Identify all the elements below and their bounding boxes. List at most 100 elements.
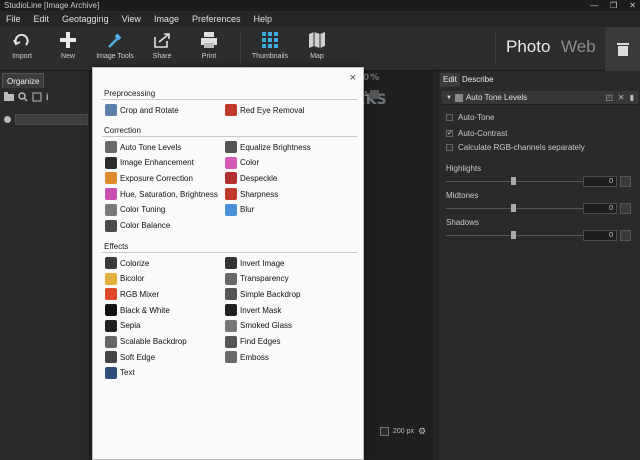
tab-edit[interactable]: Edit (440, 73, 460, 87)
tool-item-crop-and-rotate[interactable]: Crop and Rotate (105, 104, 179, 116)
tool-item-color-tuning[interactable]: Color Tuning (105, 203, 165, 216)
highlights-slider[interactable] (446, 176, 586, 186)
calc-separately-label: Calculate RGB-channels separately (458, 143, 585, 152)
print-button[interactable]: Print (184, 30, 234, 60)
tool-item-image-enhancement[interactable]: Image Enhancement (105, 156, 194, 169)
mode-web-tab[interactable]: Web (561, 37, 596, 57)
tool-item-label: Hue, Saturation, Brightness (120, 189, 218, 199)
tag-icon[interactable] (32, 92, 42, 102)
size-control: 200 px ⚙ (364, 420, 432, 442)
left-panel-item[interactable] (4, 114, 88, 125)
tool-item-bicolor[interactable]: Bicolor (105, 272, 144, 285)
toolbar-divider (240, 33, 241, 65)
auto-contrast-label: Auto-Contrast (458, 129, 508, 138)
invert-mask-icon (225, 304, 237, 317)
menu-edit[interactable]: Edit (34, 14, 50, 24)
tool-item-emboss[interactable]: Emboss (225, 351, 269, 364)
trash-button[interactable] (605, 27, 640, 71)
menu-preferences[interactable]: Preferences (192, 14, 241, 24)
eyedropper-icon (90, 30, 140, 50)
highlights-spinner[interactable] (620, 176, 631, 187)
map-label: Map (310, 53, 324, 60)
import-button[interactable]: Import (0, 30, 47, 60)
tool-item-transparency[interactable]: Transparency (225, 272, 289, 285)
tool-item-sepia[interactable]: Sepia (105, 319, 140, 332)
tool-item-label: Equalize Brightness (240, 142, 311, 152)
slider-thumb[interactable] (511, 204, 516, 212)
tool-title: Auto Tone Levels (465, 93, 528, 102)
map-icon (292, 30, 342, 50)
blur-icon (225, 203, 237, 216)
image-tools-button[interactable]: Image Tools (90, 30, 140, 60)
search-icon[interactable] (18, 92, 28, 102)
minimize-button[interactable]: — (590, 0, 598, 11)
tool-item-colorize[interactable]: Colorize (105, 257, 149, 269)
share-icon (137, 30, 187, 50)
tool-item-find-edges[interactable]: Find Edges (225, 335, 280, 348)
size-checkbox[interactable] (380, 426, 389, 436)
slider-thumb[interactable] (511, 231, 516, 239)
slider-thumb[interactable] (511, 177, 516, 185)
tab-organize[interactable]: Organize (2, 73, 45, 88)
midtones-slider[interactable] (446, 203, 586, 213)
tool-item-red-eye-removal[interactable]: Red Eye Removal (225, 104, 304, 116)
tool-item-hue-saturation-brightness[interactable]: Hue, Saturation, Brightness (105, 188, 218, 201)
tool-item-invert-image[interactable]: Invert Image (225, 257, 284, 269)
tool-item-sharpness[interactable]: Sharpness (225, 188, 278, 201)
tool-item-exposure-correction[interactable]: Exposure Correction (105, 172, 193, 185)
map-button[interactable]: Map (292, 30, 342, 60)
tool-item-rgb-mixer[interactable]: RGB Mixer (105, 288, 159, 301)
tool-item-black-white[interactable]: Black & White (105, 304, 170, 317)
gear-icon[interactable]: ⚙ (418, 426, 426, 437)
tool-item-scalable-backdrop[interactable]: Scalable Backdrop (105, 335, 187, 348)
tool-item-color-balance[interactable]: Color Balance (105, 219, 170, 232)
maximize-button[interactable]: ❐ (610, 0, 617, 11)
tool-item-auto-tone-levels[interactable]: Auto Tone Levels (105, 141, 181, 153)
thumbnails-button[interactable]: Thumbnails (245, 30, 295, 60)
detach-icon[interactable]: ◰ (605, 93, 613, 102)
tool-item-soft-edge[interactable]: Soft Edge (105, 351, 156, 364)
highlights-value[interactable]: 0 (583, 176, 617, 187)
tool-item-equalize-brightness[interactable]: Equalize Brightness (225, 141, 311, 153)
tool-item-simple-backdrop[interactable]: Simple Backdrop (225, 288, 300, 301)
popup-close-button[interactable]: × (350, 72, 356, 84)
tool-item-despeckle[interactable]: Despeckle (225, 172, 277, 185)
collapse-icon[interactable]: ▼ (446, 95, 452, 101)
menu-file[interactable]: File (6, 14, 21, 24)
calc-separately-checkbox[interactable]: Calculate RGB-channels separately (446, 143, 585, 152)
midtones-value[interactable]: 0 (583, 203, 617, 214)
tool-item-blur[interactable]: Blur (225, 203, 255, 216)
tool-item-smoked-glass[interactable]: Smoked Glass (225, 319, 292, 332)
close-window-button[interactable]: ✕ (629, 0, 636, 11)
plus-icon (43, 30, 93, 50)
tool-item-color[interactable]: Color (225, 156, 259, 169)
close-icon[interactable]: ✕ (618, 93, 625, 102)
sharpness-icon (225, 188, 237, 201)
tool-item-label: Colorize (120, 258, 150, 268)
shadows-value[interactable]: 0 (583, 230, 617, 241)
tool-item-invert-mask[interactable]: Invert Mask (225, 304, 281, 317)
midtones-spinner[interactable] (620, 203, 631, 214)
share-button[interactable]: Share (137, 30, 187, 60)
zoom-dropdown[interactable]: 1 (364, 90, 379, 99)
tool-item-text[interactable]: Text (105, 366, 135, 379)
info-icon[interactable]: i (46, 92, 49, 102)
menu-geotagging[interactable]: Geotagging (62, 14, 109, 24)
menu-help[interactable]: Help (253, 14, 272, 24)
shadows-slider[interactable] (446, 230, 586, 240)
invert-image-icon (225, 257, 237, 269)
auto-contrast-checkbox[interactable]: ✓ Auto-Contrast (446, 129, 507, 138)
scroll-icon[interactable]: ▮ (630, 93, 634, 102)
tool-item-label: Soft Edge (120, 352, 156, 362)
tool-item-label: Blur (240, 205, 255, 215)
menu-view[interactable]: View (122, 14, 141, 24)
tab-describe[interactable]: Describe (459, 73, 497, 87)
menu-image[interactable]: Image (154, 14, 179, 24)
shadows-spinner[interactable] (620, 230, 631, 241)
new-button[interactable]: New (43, 30, 93, 60)
tool-item-label: Invert Image (240, 258, 285, 268)
mode-photo-tab[interactable]: Photo (506, 37, 550, 57)
auto-tone-checkbox[interactable]: Auto-Tone (446, 113, 494, 122)
right-panel: Edit Describe ▼ Auto Tone Levels ◰ ✕ ▮ A… (439, 71, 640, 460)
folder-icon[interactable] (4, 92, 14, 101)
